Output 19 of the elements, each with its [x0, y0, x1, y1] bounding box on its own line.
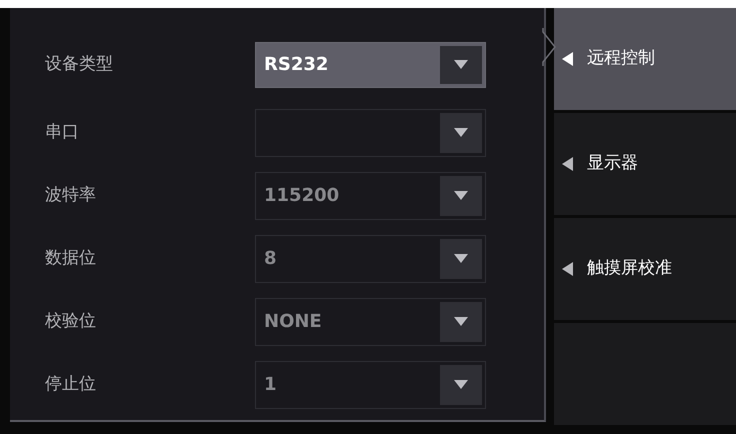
left-arrow-icon [562, 262, 573, 276]
caret-icon [454, 317, 468, 326]
menu-item[interactable]: 显示器 [554, 113, 736, 215]
left-arrow-icon [562, 52, 573, 66]
dropdown[interactable]: RS232 [255, 42, 486, 88]
caret-icon [454, 60, 468, 69]
field-label: 数据位 [45, 246, 97, 270]
caret-icon [454, 380, 468, 389]
menu-item[interactable]: 远程控制 [554, 8, 736, 110]
caret-icon [454, 254, 468, 263]
field-label: 校验位 [45, 310, 97, 333]
field-label: 波特率 [45, 184, 97, 207]
caret-icon [454, 128, 468, 137]
field-label: 串口 [45, 120, 80, 144]
field-label: 设备类型 [45, 52, 114, 76]
field-label: 停止位 [45, 372, 97, 396]
caret-icon [454, 191, 468, 200]
left-arrow-icon [562, 157, 573, 171]
menu-item[interactable]: 触摸屏校准 [554, 218, 736, 320]
